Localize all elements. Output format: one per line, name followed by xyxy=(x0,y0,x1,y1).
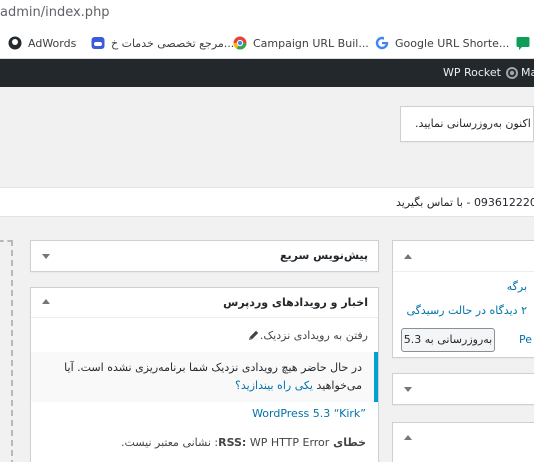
google-g-icon xyxy=(375,36,389,50)
no-events-text-line1: در حال حاضر هیچ رویدادی نزدیک شما برنامه… xyxy=(64,361,362,374)
collapse-toggle-icon[interactable] xyxy=(42,254,50,259)
comments-moderation-link[interactable]: ۲ دیدگاه در حالت رسیدگی xyxy=(406,304,527,317)
bookmark-label: AdWords xyxy=(28,36,77,50)
github-icon xyxy=(8,36,22,50)
update-to-wp-button[interactable]: به‌روزرسانی به 5.3 xyxy=(401,328,495,352)
chat-icon xyxy=(516,37,530,50)
wp-admin-bar: WP Rocket Ma xyxy=(0,59,534,87)
location-text: رفتن به رویدادی نزدیک. xyxy=(259,329,368,342)
bookmark-label: Campaign URL Buil... xyxy=(253,36,369,50)
address-bar[interactable]: admin/index.php xyxy=(0,0,534,26)
empty-widget-dropzone[interactable] xyxy=(0,240,13,462)
browser-chrome: admin/index.php AdWords مرجع تخصصی خدمات… xyxy=(0,0,534,59)
contact-text: 09361222047 - با تماس بگیرید xyxy=(396,196,534,209)
collapse-toggle-icon[interactable] xyxy=(42,299,50,304)
news-events-widget: اخبار و رویدادهای وردپرس رفتن به رویدادی… xyxy=(30,287,379,462)
contact-bar: 09361222047 - با تماس بگیرید xyxy=(0,187,534,217)
news-article-link[interactable]: WordPress 5.3 “Kirk” xyxy=(252,407,366,420)
activity-widget xyxy=(392,373,534,405)
bookmark-label: Google URL Shorte... xyxy=(395,36,510,50)
game-controller-icon xyxy=(91,37,105,49)
organize-event-link[interactable]: یکی راه بیندازید؟ xyxy=(235,379,313,392)
pages-link[interactable]: برگه xyxy=(507,280,527,293)
bookmarks-bar: AdWords مرجع تخصصی خدمات خ... Campaign U… xyxy=(0,26,534,59)
at-a-glance-widget: برگه ۲ دیدگاه در حالت رسیدگی به‌روزرسانی… xyxy=(392,240,534,358)
bookmark-chat[interactable] xyxy=(516,34,534,52)
bookmark-services[interactable]: مرجع تخصصی خدمات خ... xyxy=(91,34,234,52)
url-text[interactable]: admin/index.php xyxy=(0,5,110,20)
no-events-text-line2: می‌خواهید یکی راه بیندازید؟ xyxy=(235,379,362,392)
pencil-icon[interactable] xyxy=(247,329,260,342)
bookmark-adwords[interactable]: AdWords xyxy=(8,34,76,52)
quick-draft-title[interactable]: پیش‌نویس سریع xyxy=(280,249,368,262)
wordpress-logo-icon[interactable] xyxy=(505,66,519,80)
update-notice-link[interactable]: اکنون به‌روزرسانی نمایید. xyxy=(415,117,531,130)
bookmark-url-shortener[interactable]: Google URL Shorte... xyxy=(375,34,509,52)
bookmark-label: مرجع تخصصی خدمات خ... xyxy=(111,36,235,50)
wp-rocket-menu[interactable]: WP Rocket xyxy=(443,66,501,79)
update-notice: اکنون به‌روزرسانی نمایید. xyxy=(400,106,534,142)
news-widget-title[interactable]: اخبار و رویدادهای وردپرس xyxy=(223,296,368,309)
pe-link[interactable]: Pe xyxy=(519,333,532,346)
bookmark-campaign[interactable]: Campaign URL Buil... xyxy=(233,34,369,52)
divider xyxy=(393,271,534,272)
collapse-toggle-icon[interactable] xyxy=(404,254,412,259)
account-menu[interactable]: Ma xyxy=(521,66,534,79)
divider xyxy=(31,317,378,318)
chrome-icon xyxy=(233,36,247,50)
no-events-notice: در حال حاضر هیچ رویدادی نزدیک شما برنامه… xyxy=(31,352,378,402)
site-health-widget xyxy=(392,422,534,462)
collapse-toggle-icon[interactable] xyxy=(404,435,412,440)
rss-error-text: خطای RSS: WP HTTP Error: نشانی معتبر نیس… xyxy=(121,436,366,449)
quick-draft-widget: پیش‌نویس سریع xyxy=(30,240,379,272)
collapse-toggle-icon[interactable] xyxy=(404,387,412,392)
